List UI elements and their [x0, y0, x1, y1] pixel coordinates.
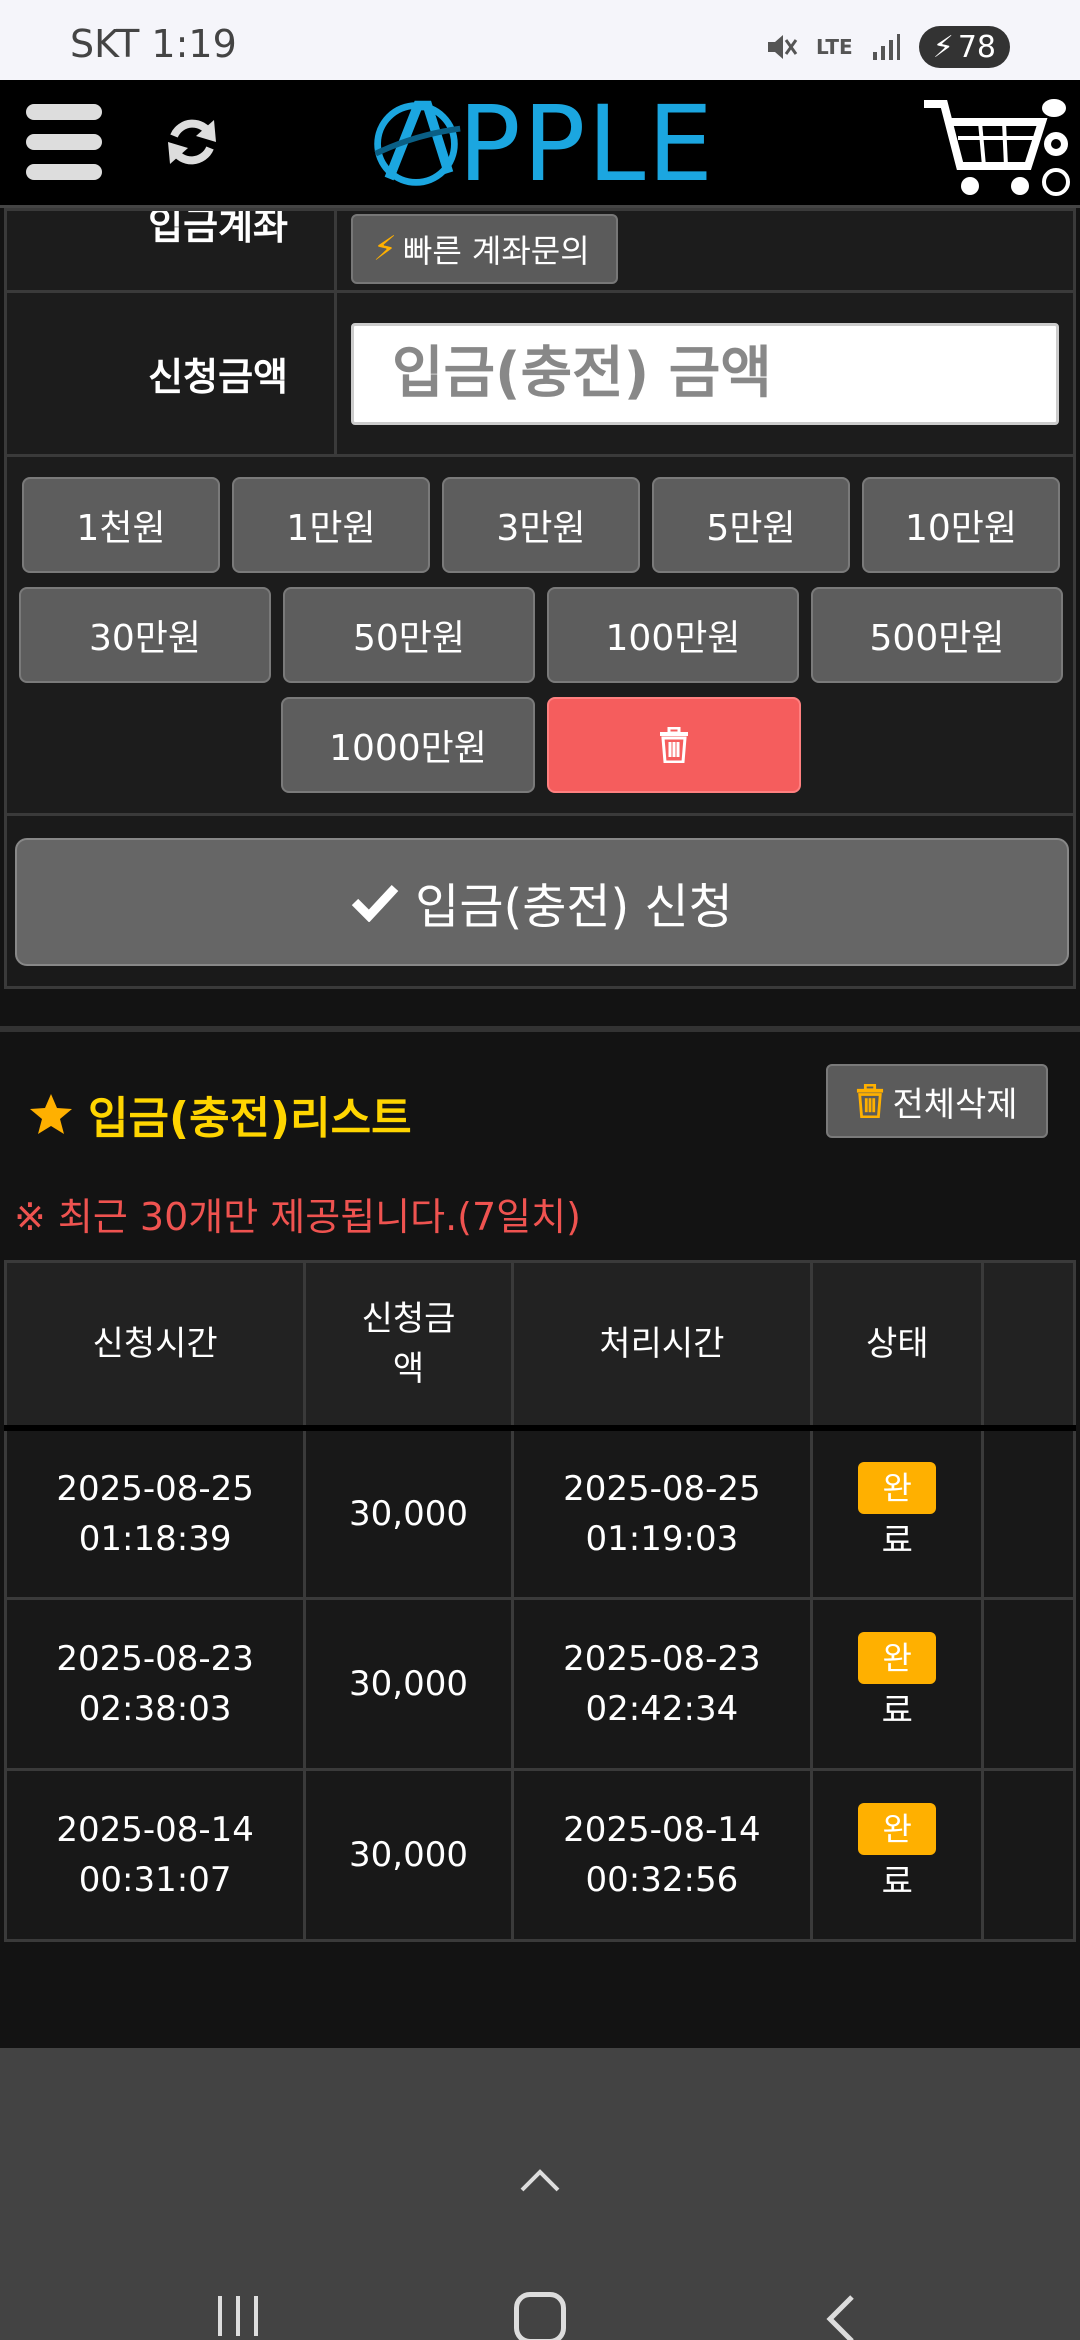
request-time-cell: 2025-08-14 00:31:07 — [3, 1768, 307, 1942]
amount-button-10m[interactable]: 1000만원 — [281, 697, 535, 793]
logo-a-icon — [374, 100, 461, 186]
system-nav-bar — [0, 2048, 1080, 2340]
back-icon[interactable] — [826, 2294, 856, 2340]
recent-apps-icon[interactable] — [214, 2294, 262, 2338]
app-header: PPLE — [0, 80, 1080, 208]
amount-button-5m[interactable]: 500만원 — [811, 587, 1063, 683]
lightning-icon: ⚡ — [373, 228, 397, 269]
battery-indicator: ⚡ 78 — [918, 26, 1010, 68]
table-row: 2025-08-14 00:31:07 30,000 2025-08-14 00:3… — [3, 1768, 1076, 1942]
delete-all-button[interactable]: 전체삭제 — [826, 1064, 1048, 1138]
col-status: 상태 — [809, 1260, 985, 1429]
refresh-icon[interactable] — [160, 110, 224, 174]
clock: 1:19 — [151, 22, 237, 66]
amount-button-10k[interactable]: 1만원 — [232, 477, 430, 573]
amount-button-1k[interactable]: 1천원 — [22, 477, 220, 573]
mute-icon — [767, 35, 798, 59]
amount-preset-buttons: 1천원 1만원 3만원 5만원 10만원 30만원 50만원 100만원 500… — [7, 457, 1073, 816]
battery-level: 78 — [957, 29, 996, 65]
extra-cell — [981, 1426, 1076, 1600]
trash-icon — [857, 1084, 884, 1118]
home-icon[interactable] — [514, 2292, 566, 2340]
amount-button-1m[interactable]: 100만원 — [547, 587, 799, 683]
amount-button-500k[interactable]: 50만원 — [283, 587, 535, 683]
col-process-time: 처리시간 — [510, 1260, 813, 1429]
amount-button-30k[interactable]: 3만원 — [442, 477, 640, 573]
process-time-cell: 2025-08-25 01:19:03 — [510, 1426, 813, 1600]
amount-cell: 30,000 — [303, 1768, 514, 1942]
status-bar: SKT 1:19 LTE ⚡ 78 — [0, 0, 1080, 80]
table-row: 2025-08-23 02:38:03 30,000 2025-08-23 02:4… — [3, 1597, 1076, 1771]
status-badge: 완 — [858, 1803, 937, 1855]
trash-icon — [660, 727, 688, 763]
network-type: LTE — [815, 35, 853, 59]
status-cell: 완료 — [809, 1768, 985, 1942]
status-carrier-time: SKT 1:19 — [70, 22, 237, 66]
amount-cell: 30,000 — [303, 1426, 514, 1600]
section-divider — [0, 1026, 1080, 1032]
star-icon — [30, 1094, 72, 1134]
status-cell: 완료 — [809, 1426, 985, 1600]
amount-row: 신청금액 — [7, 293, 1073, 457]
deposit-submit-button[interactable]: 입금(충전) 신청 — [15, 838, 1069, 966]
quick-inquiry-label: 빠른 계좌문의 — [402, 231, 590, 270]
clear-amount-button[interactable] — [547, 697, 801, 793]
logo-text: PPLE — [458, 83, 716, 205]
charging-icon: ⚡ — [932, 29, 954, 65]
check-icon — [351, 884, 399, 922]
col-request-time: 신청시간 — [3, 1260, 307, 1429]
amount-cell: 30,000 — [303, 1597, 514, 1771]
deposit-form: 입금계좌 ⚡ 빠른 계좌문의 신청금액 1천원 1만원 3만원 5만원 10만원… — [4, 208, 1076, 989]
menu-icon[interactable] — [26, 104, 102, 184]
list-notice: ※ 최근 30개만 제공됩니다.(7일치) — [14, 1195, 581, 1239]
cart-icon[interactable] — [920, 94, 1070, 204]
app-logo[interactable]: PPLE — [368, 83, 716, 205]
account-row: 입금계좌 ⚡ 빠른 계좌문의 — [7, 211, 1073, 293]
process-time-cell: 2025-08-14 00:32:56 — [510, 1768, 813, 1942]
account-label: 입금계좌 — [7, 211, 337, 290]
process-time-cell: 2025-08-23 02:42:34 — [510, 1597, 813, 1771]
delete-all-label: 전체삭제 — [892, 1084, 1018, 1125]
table-header-row: 신청시간 신청금 액 처리시간 상태 — [3, 1260, 1076, 1429]
submit-label: 입금(충전) 신청 — [415, 879, 733, 935]
amount-input[interactable] — [351, 322, 1059, 425]
amount-label: 신청금액 — [7, 293, 337, 454]
extra-cell — [981, 1597, 1076, 1771]
extra-cell — [981, 1768, 1076, 1942]
deposit-list-title: 입금(충전)리스트 — [28, 1082, 412, 1146]
amount-button-50k[interactable]: 5만원 — [652, 477, 850, 573]
request-time-cell: 2025-08-25 01:18:39 — [3, 1426, 307, 1600]
quick-account-inquiry-button[interactable]: ⚡ 빠른 계좌문의 — [351, 213, 618, 284]
list-title-text: 입금(충전)리스트 — [88, 1093, 412, 1144]
col-request-amount: 신청금 액 — [303, 1260, 514, 1429]
status-badge: 완 — [858, 1461, 937, 1514]
amount-button-300k[interactable]: 30만원 — [19, 587, 271, 683]
carrier-label: SKT — [70, 22, 140, 66]
chevron-up-icon[interactable] — [520, 2168, 560, 2194]
status-badge: 완 — [858, 1632, 937, 1684]
signal-icon — [872, 34, 900, 60]
table-row: 2025-08-25 01:18:39 30,000 2025-08-25 01:1… — [3, 1426, 1076, 1600]
request-time-cell: 2025-08-23 02:38:03 — [3, 1597, 307, 1771]
amount-button-100k[interactable]: 10만원 — [862, 477, 1060, 573]
col-extra — [981, 1260, 1076, 1429]
deposit-history-table: 신청시간 신청금 액 처리시간 상태 2025-08-25 01:18:39 30,… — [3, 1260, 1076, 1942]
status-cell: 완료 — [809, 1597, 985, 1771]
